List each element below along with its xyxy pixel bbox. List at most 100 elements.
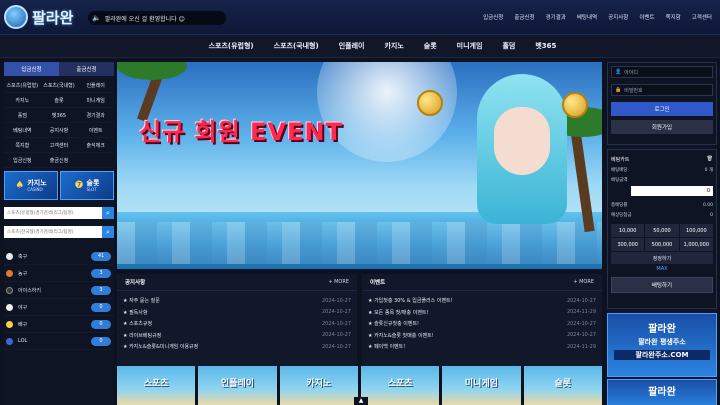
search-icon[interactable]: ⌕	[102, 207, 114, 219]
chip-button[interactable]: 50,000	[645, 224, 679, 237]
top-nav-support[interactable]: 고객센터	[692, 13, 712, 21]
top-nav-notice[interactable]: 공지사항	[608, 13, 628, 21]
search-korea-input[interactable]	[4, 226, 102, 238]
address-ad-2[interactable]: 팔라완	[607, 379, 717, 405]
list-item-date: 2024-10-27	[321, 343, 351, 350]
quick-menu-item[interactable]: 슬롯	[40, 93, 78, 108]
top-nav-messages[interactable]: 쪽지함	[666, 13, 681, 21]
top-nav-withdraw[interactable]: 출금신청	[514, 13, 534, 21]
main-nav-minigame[interactable]: 미니게임	[457, 41, 483, 51]
list-item-date: 2024-10-27	[566, 332, 596, 339]
list-item[interactable]: ★ 카지노&슬롯&미니게임 이용규정 2024-10-27	[123, 341, 351, 353]
list-item[interactable]: ★ 자주 묻는 질문 2024-10-27	[123, 295, 351, 307]
main-nav-sports-korea[interactable]: 스포츠(국내형)	[274, 41, 319, 51]
main-nav-holdem[interactable]: 홀덤	[502, 41, 515, 51]
id-field[interactable]: 👤 아이디	[611, 66, 713, 78]
volleyball-icon	[6, 320, 13, 328]
quick-menu-item[interactable]: 경기결과	[77, 108, 114, 123]
quick-menu-item[interactable]: 이벤트	[77, 123, 114, 138]
sport-item[interactable]: LOL 0	[4, 333, 114, 350]
main-nav-sports-euro[interactable]: 스포츠(유럽형)	[209, 41, 254, 51]
main-nav-bet365[interactable]: 벳365	[535, 41, 556, 51]
chip-button[interactable]: 100,000	[679, 224, 713, 237]
trash-icon[interactable]: 🗑	[707, 156, 713, 162]
event-banner[interactable]: 신규 회원 EVENT	[117, 62, 602, 269]
sport-item[interactable]: 야구 0	[4, 299, 114, 316]
top-nav-bet-history[interactable]: 베팅내역	[577, 13, 597, 21]
quick-menu-item[interactable]: 출금신청	[40, 153, 78, 168]
cart-row-label: 베팅금액	[611, 178, 628, 183]
chevron-up-icon[interactable]: ▲	[354, 397, 368, 405]
quick-menu-item[interactable]: 인플레이	[77, 78, 114, 93]
chip-button[interactable]: 300,000	[611, 238, 645, 251]
quick-menu-item[interactable]: 미니게임	[77, 93, 114, 108]
quick-menu-item[interactable]: 출석체크	[77, 138, 114, 153]
search-euro-input[interactable]	[4, 207, 102, 219]
login-button[interactable]: 로그인	[611, 102, 713, 116]
main-nav-casino[interactable]: 카지노	[384, 41, 403, 51]
quick-menu-item[interactable]: 스포츠(국내형)	[40, 78, 78, 93]
list-item-date: 2024-10-27	[566, 297, 596, 304]
max-button[interactable]: MAX	[611, 264, 713, 274]
logo[interactable]: 팔라완	[4, 5, 73, 29]
sport-item[interactable]: 농구 3	[4, 265, 114, 282]
quick-menu-item[interactable]: 공지사항	[40, 123, 78, 138]
thumb-minigame[interactable]: 미니게임	[442, 366, 521, 405]
top-nav-event[interactable]: 이벤트	[639, 13, 654, 21]
list-item[interactable]: ★ 필독사항 2024-10-27	[123, 307, 351, 319]
notice-more-link[interactable]: + MORE	[328, 279, 349, 285]
quick-menu-item[interactable]: 쪽지함	[4, 138, 41, 153]
thumb-slot[interactable]: 슬롯	[523, 366, 602, 405]
sport-item[interactable]: 축구 41	[4, 248, 114, 265]
event-board-header: 이벤트 + MORE	[362, 274, 602, 291]
search-icon[interactable]: ⌕	[102, 226, 114, 238]
casino-card[interactable]: ♠ 카지노 CASINO	[4, 171, 58, 200]
quick-menu-item[interactable]: 스포츠(유럽형)	[4, 78, 41, 93]
list-item[interactable]: ★ 페이백 이벤트! 2024-11-29	[368, 341, 596, 353]
chip-button[interactable]: 500,000	[645, 238, 679, 251]
tab-withdraw[interactable]: 출금신청	[59, 62, 114, 76]
thumb-inplay[interactable]: 인플레이	[198, 366, 277, 405]
quick-menu-item[interactable]: 입금신청	[4, 153, 41, 168]
thumb-sports[interactable]: 스포츠	[117, 366, 196, 405]
list-item[interactable]: ★ 스포츠규정 2024-10-27	[123, 318, 351, 330]
cart-row-value: 0	[710, 212, 713, 218]
thumb-casino[interactable]: 카지노	[279, 366, 358, 405]
list-item[interactable]: ★ 모든 종목 첫/매충 이벤트! 2024-11-29	[368, 307, 596, 319]
bet-amount-input[interactable]: 0	[631, 186, 713, 196]
list-item[interactable]: ★ 라이브베팅규정 2024-10-27	[123, 330, 351, 342]
main-nav-inplay[interactable]: 인플레이	[339, 41, 365, 51]
quick-menu-item[interactable]: 베팅내역	[4, 123, 41, 138]
reset-button[interactable]: 정정하기	[611, 252, 713, 264]
join-button[interactable]: 회원가입	[611, 120, 713, 134]
list-item[interactable]: ★ 슬롯신규첫충 이벤트! 2024-10-27	[368, 318, 596, 330]
basketball-icon	[6, 269, 13, 277]
quick-menu-item[interactable]: 홀덤	[4, 108, 41, 123]
quick-menu-item[interactable]: 벳365	[40, 108, 78, 123]
thumb-sports-2[interactable]: 스포츠	[360, 366, 440, 405]
sport-count: 0	[91, 302, 111, 312]
sport-name: LOL	[18, 338, 28, 344]
event-more-link[interactable]: + MORE	[573, 279, 594, 285]
top-nav-results[interactable]: 경기결과	[546, 13, 566, 21]
sport-count: 3	[91, 285, 111, 295]
list-item-title: ★ 모든 종목 첫/매충 이벤트!	[368, 309, 429, 316]
list-item[interactable]: ★ 카지노&슬롯 첫매충 이벤트! 2024-10-27	[368, 330, 596, 342]
chip-button[interactable]: 10,000	[611, 224, 645, 237]
tab-deposit[interactable]: 입금신청	[4, 62, 59, 76]
top-nav-deposit[interactable]: 입금신청	[483, 13, 503, 21]
slot-card[interactable]: ❼ 슬롯 SLOT	[60, 171, 114, 200]
chip-button[interactable]: 1,000,000	[679, 238, 713, 251]
address-ad[interactable]: 팔라완 팔라완 평생주소 팔라완주소.COM	[607, 313, 717, 377]
list-item-date: 2024-10-27	[321, 309, 351, 316]
bet-button[interactable]: 배팅하기	[611, 277, 713, 293]
sport-item[interactable]: 아이스하키 3	[4, 282, 114, 299]
list-item[interactable]: ★ 가입첫충 30% & 입금플러스 이벤트! 2024-10-27	[368, 295, 596, 307]
ad-logo-text: 팔라완	[648, 387, 676, 398]
header: 팔라완 🔈 팔라완에 오신 걸 환영합니다 😊 입금신청 출금신청 경기결과 베…	[0, 0, 720, 35]
sport-item[interactable]: 배구 0	[4, 316, 114, 333]
main-nav-slot[interactable]: 슬롯	[424, 41, 437, 51]
quick-menu-item[interactable]: 카지노	[4, 93, 41, 108]
quick-menu-item[interactable]: 고객센터	[40, 138, 78, 153]
password-field[interactable]: 🔒 비밀번호	[611, 84, 713, 96]
